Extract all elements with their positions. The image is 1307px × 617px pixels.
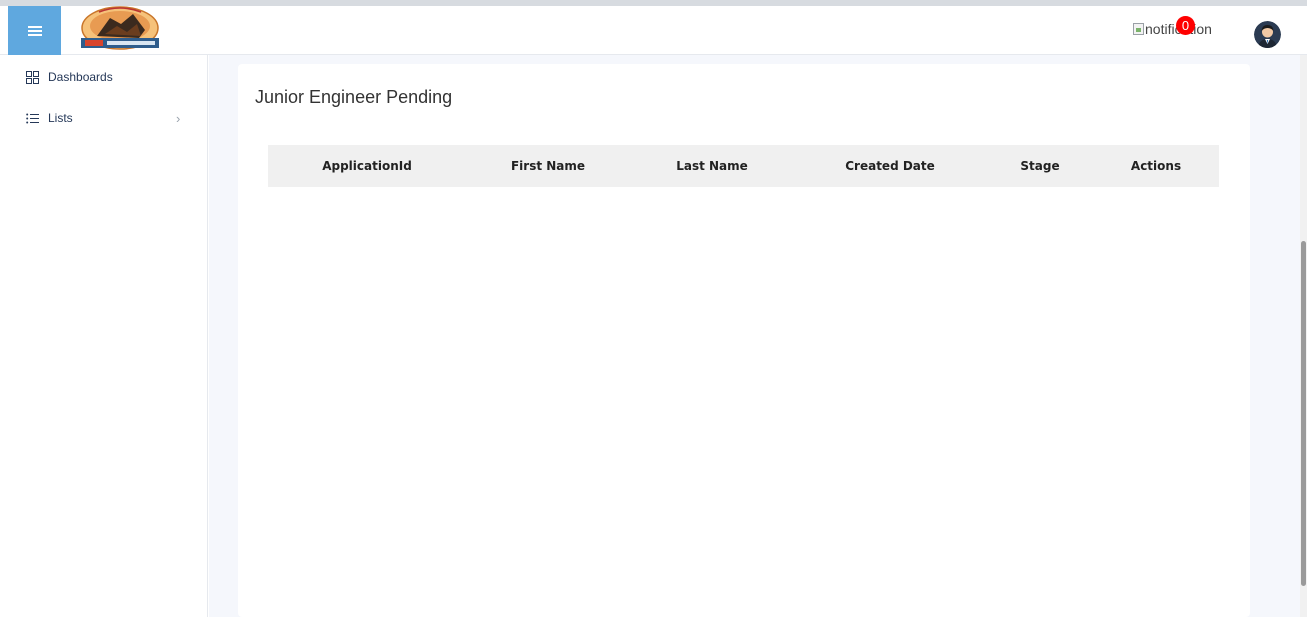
- sidebar: Dashboards Lists ›: [0, 55, 208, 617]
- notification-link[interactable]: notification: [1133, 21, 1212, 37]
- column-header-actions: Actions: [1130, 159, 1182, 173]
- chevron-right-icon: ›: [176, 111, 181, 126]
- sidebar-item-label: Dashboards: [48, 70, 113, 84]
- menu-toggle-button[interactable]: [8, 6, 61, 55]
- sidebar-item-lists[interactable]: Lists ›: [26, 111, 186, 126]
- table-header: ApplicationId First Name Last Name Creat…: [268, 145, 1219, 187]
- notification-count-badge: 0: [1176, 16, 1195, 35]
- user-avatar-icon[interactable]: [1254, 21, 1281, 48]
- column-header-first-name[interactable]: First Name: [511, 159, 585, 173]
- scrollbar-thumb[interactable]: [1301, 241, 1306, 586]
- page-title: Junior Engineer Pending: [255, 87, 453, 107]
- column-header-applicationid[interactable]: ApplicationId: [322, 159, 412, 173]
- page-scrollbar[interactable]: [1300, 55, 1307, 617]
- sidebar-item-label: Lists: [48, 111, 73, 125]
- list-icon: [26, 113, 39, 123]
- municipal-logo: [75, 6, 165, 54]
- column-header-created-date[interactable]: Created Date: [845, 159, 935, 173]
- pending-applications-card: Junior Engineer Pending ApplicationId Fi…: [238, 64, 1250, 617]
- column-header-stage[interactable]: Stage: [1020, 159, 1059, 173]
- hamburger-menu-icon: [27, 25, 42, 36]
- top-navbar: notification 0: [0, 0, 1307, 55]
- grid-icon: [26, 70, 39, 84]
- column-header-last-name[interactable]: Last Name: [676, 159, 748, 173]
- sidebar-item-dashboards[interactable]: Dashboards: [26, 70, 146, 84]
- broken-image-icon: [1133, 23, 1144, 35]
